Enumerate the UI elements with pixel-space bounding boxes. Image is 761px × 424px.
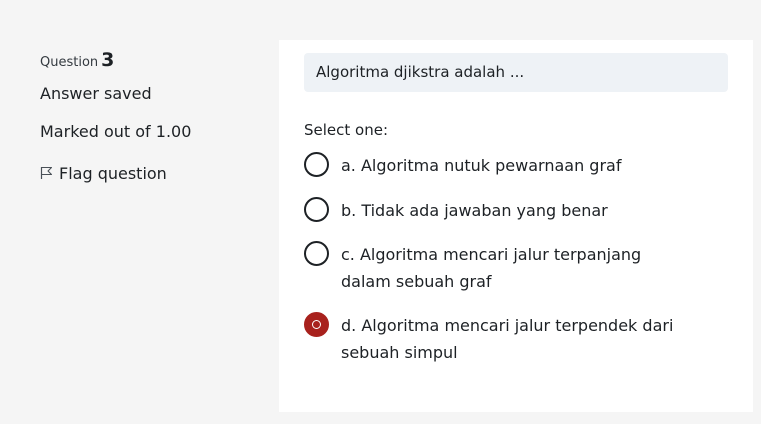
answer-option-b-label[interactable]: b. Tidak ada jawaban yang benar bbox=[341, 197, 686, 224]
answer-option-c-label[interactable]: c. Algoritma mencari jalur terpanjang da… bbox=[341, 241, 686, 295]
radio-option-a[interactable] bbox=[304, 152, 329, 177]
flag-icon bbox=[40, 162, 59, 184]
answer-option-d[interactable]: d. Algoritma mencari jalur terpendek dar… bbox=[304, 312, 686, 366]
question-content: Algoritma djikstra adalah ... Select one… bbox=[279, 40, 753, 412]
grade-info: Marked out of 1.00 bbox=[40, 122, 192, 141]
question-text: Algoritma djikstra adalah ... bbox=[304, 53, 728, 92]
question-label: Question bbox=[40, 55, 99, 70]
answer-option-a[interactable]: a. Algoritma nutuk pewarnaan graf bbox=[304, 152, 686, 179]
radio-option-c[interactable] bbox=[304, 241, 329, 266]
radio-option-d[interactable] bbox=[304, 312, 329, 337]
answer-option-a-label[interactable]: a. Algoritma nutuk pewarnaan graf bbox=[341, 152, 686, 179]
flag-question-link[interactable]: Flag question bbox=[40, 162, 167, 184]
answer-option-b[interactable]: b. Tidak ada jawaban yang benar bbox=[304, 197, 686, 224]
answer-state: Answer saved bbox=[40, 84, 152, 103]
question-number-value: 3 bbox=[101, 49, 115, 71]
radio-option-b[interactable] bbox=[304, 197, 329, 222]
answer-option-d-label[interactable]: d. Algoritma mencari jalur terpendek dar… bbox=[341, 312, 686, 366]
answer-option-c[interactable]: c. Algoritma mencari jalur terpanjang da… bbox=[304, 241, 686, 295]
flag-question-label: Flag question bbox=[59, 163, 167, 183]
select-one-prompt: Select one: bbox=[304, 121, 389, 139]
question-number: Question 3 bbox=[40, 49, 114, 71]
